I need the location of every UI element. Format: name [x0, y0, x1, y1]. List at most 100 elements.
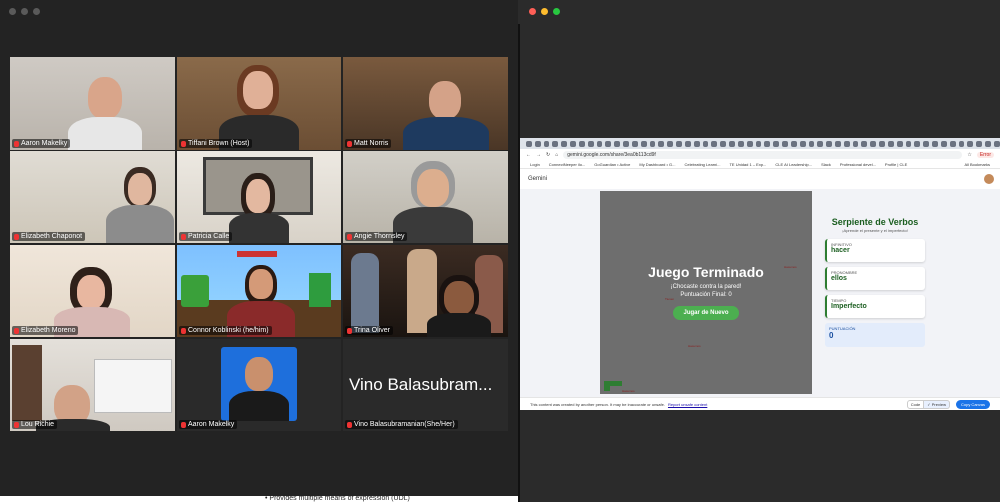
video-tile[interactable]: Matt Norris: [343, 57, 508, 150]
tab-favicon-icon[interactable]: [817, 140, 824, 147]
bookmark-item[interactable]: Celebrating Learni...: [684, 162, 720, 167]
tab-favicon-icon[interactable]: [596, 140, 603, 147]
video-tile[interactable]: Aaron Makelky: [177, 339, 341, 431]
fullscreen-icon[interactable]: [553, 8, 560, 15]
tab-favicon-icon[interactable]: [561, 140, 568, 147]
tab-favicon-icon[interactable]: [932, 140, 938, 147]
tab-favicon-icon[interactable]: [843, 140, 850, 147]
close-icon[interactable]: [529, 8, 536, 15]
code-tab[interactable]: Code: [906, 399, 925, 409]
game-board[interactable]: Juego Terminado ¡Chocaste contra la pare…: [600, 191, 812, 394]
mic-muted-icon: [347, 140, 352, 147]
url-input[interactable]: gemini.google.com/share/3ea0b113cd9f: [563, 150, 963, 159]
video-tile[interactable]: Tiffani Brown (Host): [177, 57, 341, 150]
tab-favicon-icon[interactable]: [790, 140, 797, 147]
close-dot-icon[interactable]: [9, 8, 16, 15]
tab-favicon-icon[interactable]: [640, 140, 647, 147]
tab-favicon-icon[interactable]: [623, 140, 629, 147]
bookmark-item[interactable]: Profile | CLE: [885, 162, 907, 167]
video-tile[interactable]: Angie Thornsley: [343, 151, 508, 243]
tab-favicon-icon[interactable]: [534, 140, 541, 147]
video-tile[interactable]: Trina Oliver: [343, 245, 508, 337]
tab-favicon-icon[interactable]: [826, 140, 832, 147]
tab-favicon-icon[interactable]: [993, 140, 1000, 147]
video-tile[interactable]: Patricia Calle: [177, 151, 341, 243]
tab-favicon-icon[interactable]: [658, 140, 665, 147]
tab-favicon-icon[interactable]: [605, 140, 612, 147]
video-tile[interactable]: Aaron Makelky: [10, 57, 175, 150]
tab-favicon-icon[interactable]: [667, 140, 674, 147]
bookmark-star-icon[interactable]: ☆: [967, 152, 971, 158]
all-bookmarks[interactable]: All Bookmarks: [964, 162, 990, 167]
tab-favicon-icon[interactable]: [905, 140, 912, 147]
bookmark-item[interactable]: Slack: [821, 162, 831, 167]
tab-favicon-icon[interactable]: [799, 140, 806, 147]
tab-favicon-icon[interactable]: [570, 140, 576, 147]
forward-icon[interactable]: →: [536, 152, 541, 158]
tab-favicon-icon[interactable]: [923, 140, 930, 147]
video-tile[interactable]: Connor Koblinski (he/him): [177, 245, 341, 337]
video-tile[interactable]: Vino Balasubram... Vino Balasubramanian(…: [343, 339, 508, 431]
back-icon[interactable]: ←: [526, 152, 531, 158]
bookmark-item[interactable]: CLE AI Leadership...: [775, 162, 812, 167]
tab-favicon-icon[interactable]: [552, 140, 559, 147]
profile-error-button[interactable]: Error: [976, 151, 994, 158]
tab-favicon-icon[interactable]: [693, 140, 700, 147]
preview-tab[interactable]: ✓ Preview: [924, 399, 950, 409]
bookmark-item[interactable]: GoGuardian • Active: [594, 162, 630, 167]
tab-favicon-icon[interactable]: [958, 140, 965, 147]
tab-favicon-icon[interactable]: [676, 140, 682, 147]
bookmark-item[interactable]: ConnectNeeper ilo...: [549, 162, 585, 167]
tab-favicon-icon[interactable]: [967, 140, 974, 147]
tab-favicon-icon[interactable]: [834, 140, 841, 147]
zoom-dot-icon[interactable]: [33, 8, 40, 15]
bookmark-item[interactable]: Login: [530, 162, 540, 167]
bookmark-item[interactable]: My Dashboard • G...: [639, 162, 675, 167]
tab-favicon-icon[interactable]: [614, 140, 621, 147]
video-tile[interactable]: Lou Richie: [10, 339, 175, 431]
bookmark-item[interactable]: Professional devel...: [840, 162, 876, 167]
tab-favicon-icon[interactable]: [711, 140, 718, 147]
tab-favicon-icon[interactable]: [746, 140, 753, 147]
video-tile-active-speaker[interactable]: Elizabeth Moreno: [10, 245, 175, 337]
tab-favicon-icon[interactable]: [782, 140, 788, 147]
tab-favicon-icon[interactable]: [684, 140, 691, 147]
tab-favicon-icon[interactable]: [773, 140, 780, 147]
tab-favicon-icon[interactable]: [729, 140, 735, 147]
tab-favicon-icon[interactable]: [985, 140, 991, 147]
tab-favicon-icon[interactable]: [578, 140, 585, 147]
copy-canvas-button[interactable]: Copy Canvas: [955, 399, 990, 409]
tab-favicon-icon[interactable]: [808, 140, 815, 147]
tab-favicon-icon[interactable]: [852, 140, 859, 147]
tab-strip[interactable]: [520, 138, 1000, 149]
tab-favicon-icon[interactable]: [870, 140, 877, 147]
tab-favicon-icon[interactable]: [755, 140, 762, 147]
tab-favicon-icon[interactable]: [764, 140, 771, 147]
tab-favicon-icon[interactable]: [940, 140, 947, 147]
tab-favicon-icon[interactable]: [649, 140, 656, 147]
video-tile[interactable]: Elizabeth Chaponot: [10, 151, 175, 243]
app-name[interactable]: Gemini: [528, 176, 547, 182]
tab-favicon-icon[interactable]: [896, 140, 903, 147]
play-again-button[interactable]: Jugar de Nuevo: [673, 306, 739, 320]
tab-favicon-icon[interactable]: [587, 140, 594, 147]
tab-favicon-icon[interactable]: [631, 140, 638, 147]
tab-favicon-icon[interactable]: [976, 140, 983, 147]
tab-favicon-icon[interactable]: [720, 140, 727, 147]
minimize-dot-icon[interactable]: [21, 8, 28, 15]
tab-favicon-icon[interactable]: [914, 140, 921, 147]
report-link[interactable]: Report unsafe content: [668, 402, 707, 407]
reload-icon[interactable]: ↻: [546, 152, 550, 158]
home-icon[interactable]: ⌂: [555, 152, 558, 158]
tab-favicon-icon[interactable]: [702, 140, 709, 147]
tab-favicon-icon[interactable]: [949, 140, 956, 147]
bookmark-item[interactable]: TE Unidad 1 – Exp...: [729, 162, 766, 167]
tab-favicon-icon[interactable]: [861, 140, 868, 147]
tab-favicon-icon[interactable]: [737, 140, 744, 147]
minimize-icon[interactable]: [541, 8, 548, 15]
tab-favicon-icon[interactable]: [879, 140, 885, 147]
tab-favicon-icon[interactable]: [887, 140, 894, 147]
tab-favicon-icon[interactable]: [543, 140, 550, 147]
account-avatar[interactable]: [984, 174, 994, 184]
tab-favicon-icon[interactable]: [526, 140, 532, 147]
